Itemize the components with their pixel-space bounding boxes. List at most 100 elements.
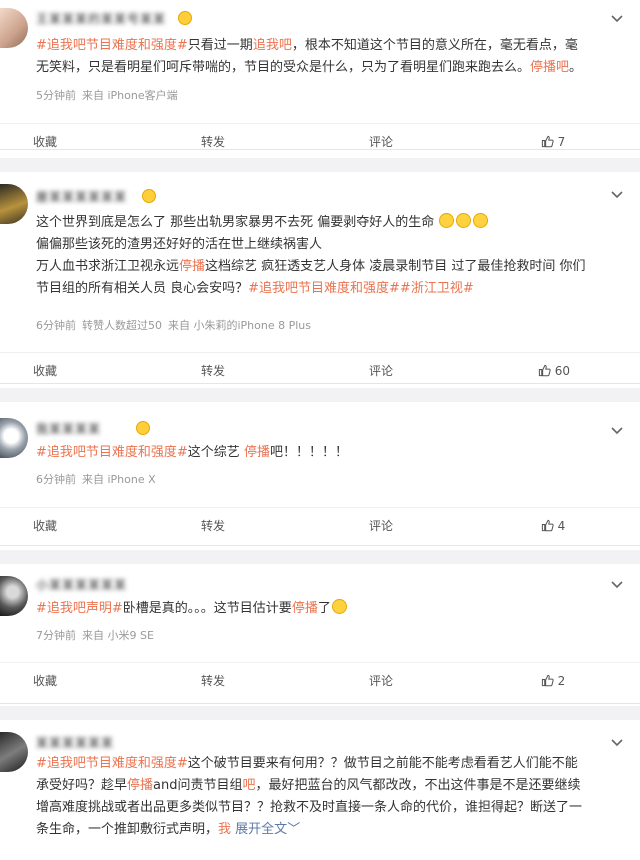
text-segment: 无笑料，只是看明星们呵斥带喘的，节目的受众是什么，只为了看明星们跑来跑去么。	[36, 60, 531, 75]
text-segment: ，根本不知道这个节目的意义所在，毫无看点，毫	[291, 38, 578, 53]
like-button[interactable]: 4	[528, 508, 578, 544]
repost-button[interactable]: 转发	[188, 124, 238, 160]
username[interactable]: 屋某某某某某某	[36, 188, 127, 205]
card-separator	[0, 158, 640, 172]
text-segment: 了	[317, 601, 331, 616]
member-badge-icon	[142, 189, 156, 203]
topic-tag[interactable]: #追我吧声明#	[36, 601, 123, 616]
topic-tag[interactable]: #追我吧节目难度和强度#	[36, 756, 188, 771]
text-segment: 吧！！！！！	[269, 445, 348, 460]
post-source: 来自 小米9 SE	[82, 629, 154, 642]
avatar[interactable]	[0, 184, 28, 224]
chevron-down-icon[interactable]	[610, 736, 624, 750]
comment-button[interactable]: 评论	[356, 124, 406, 160]
comment-button[interactable]: 评论	[356, 353, 406, 389]
like-button[interactable]: 2	[528, 663, 578, 699]
like-count: 4	[557, 519, 566, 533]
username[interactable]: 小某某某某某某	[36, 576, 127, 593]
collect-button[interactable]: 收藏	[20, 353, 70, 389]
repost-stat: 转赞人数超过50	[82, 319, 162, 332]
repost-button[interactable]: 转发	[188, 353, 238, 389]
chevron-down-icon[interactable]	[610, 12, 624, 26]
text-segment: 只看过一期	[187, 38, 253, 53]
chevron-down-icon[interactable]	[610, 578, 624, 592]
keyword-link[interactable]: 停播吧	[530, 60, 569, 75]
post-time: 6分钟前	[36, 473, 76, 486]
username[interactable]: 王某某某的某某号某某	[36, 10, 166, 27]
thumbs-up-icon	[541, 135, 554, 148]
text-line: 节目组的所有相关人员 良心会安吗？#追我吧节目难度和强度##浙江卫视#	[36, 278, 626, 300]
comment-button[interactable]: 评论	[356, 508, 406, 544]
text-line: 条生命，一个推卸敷衍式声明，我 展开全文﹀	[36, 819, 626, 841]
keyword-link[interactable]: 我	[218, 822, 231, 837]
text-line: #追我吧声明#卧槽是真的。。。这节目估计要停播了	[36, 598, 626, 620]
post-meta: 6分钟前 转赞人数超过50 来自 小朱莉的iPhone 8 Plus	[36, 317, 317, 333]
keyword-link[interactable]: 停播	[179, 259, 205, 274]
text-line: 无笑料，只是看明星们呵斥带喘的，节目的受众是什么，只为了看明星们跑来跑去么。停播…	[36, 57, 626, 79]
text-segment: 这个世界到底是怎么了 那些出轨男家暴男不去死 偏要剥夺好人的生命	[36, 215, 435, 230]
post-source: 来自 小朱莉的iPhone 8 Plus	[168, 319, 312, 332]
username[interactable]: 某某某某某某	[36, 734, 114, 751]
username[interactable]: 我某某某某	[36, 420, 101, 437]
keyword-link[interactable]: 停播	[244, 445, 270, 460]
keyword-link[interactable]: 追我吧	[253, 38, 292, 53]
smile-emoji-icon	[331, 599, 347, 614]
keyword-link[interactable]: 吧	[243, 778, 256, 793]
like-count: 7	[557, 135, 566, 149]
comment-button[interactable]: 评论	[356, 663, 406, 699]
post-time: 6分钟前	[36, 319, 76, 332]
like-button[interactable]: 60	[526, 353, 582, 389]
topic-tag[interactable]: #追我吧节目难度和强度#	[36, 38, 188, 53]
text-segment: 这个破节目要来有何用？？做节目之前能不能考虑看看艺人们能不能	[187, 756, 578, 771]
text-segment: 这档综艺 疯狂透支艺人身体 凌晨录制节目 过了最佳抢救时间 你们	[205, 259, 586, 274]
action-bar: 收藏 转发 评论 4	[0, 507, 640, 543]
avatar[interactable]	[0, 576, 28, 616]
collect-button[interactable]: 收藏	[20, 663, 70, 699]
text-line: #追我吧节目难度和强度#只看过一期追我吧，根本不知道这个节目的意义所在，毫无看点…	[36, 35, 626, 57]
text-line: 这个世界到底是怎么了 那些出轨男家暴男不去死 偏要剥夺好人的生命	[36, 212, 626, 234]
post-source: 来自 iPhone客户端	[82, 89, 178, 102]
topic-tag[interactable]: #追我吧节目难度和强度##浙江卫视#	[248, 281, 474, 296]
text-segment: 承受好吗？趁早	[36, 778, 128, 793]
text-segment: 条生命，一个推卸敷衍式声明，	[36, 822, 219, 837]
text-segment: 增高难度挑战或者出品更多类似节目？？抢救不及时直接一条人命的代价，谁担得起？断送…	[36, 800, 583, 815]
post-card: 屋某某某某某某 这个世界到底是怎么了 那些出轨男家暴男不去死 偏要剥夺好人的生命…	[0, 172, 640, 384]
crying-emoji-icon	[456, 213, 472, 228]
avatar[interactable]	[0, 8, 28, 48]
avatar[interactable]	[0, 418, 28, 458]
collect-button[interactable]: 收藏	[20, 508, 70, 544]
chevron-down-icon[interactable]	[610, 424, 624, 438]
repost-button[interactable]: 转发	[188, 663, 238, 699]
collect-button[interactable]: 收藏	[20, 124, 70, 160]
weibo-comment-feed: 王某某某的某某号某某 #追我吧节目难度和强度#只看过一期追我吧，根本不知道这个节…	[0, 0, 640, 860]
text-line: #追我吧节目难度和强度#这个综艺 停播吧！！！！！	[36, 442, 626, 464]
like-count: 60	[554, 364, 571, 378]
repost-button[interactable]: 转发	[188, 508, 238, 544]
thumbs-up-icon	[541, 674, 554, 687]
text-line: 增高难度挑战或者出品更多类似节目？？抢救不及时直接一条人命的代价，谁担得起？断送…	[36, 797, 626, 819]
post-meta: 5分钟前 来自 iPhone客户端	[36, 87, 184, 103]
post-text: 这个世界到底是怎么了 那些出轨男家暴男不去死 偏要剥夺好人的生命 偏偏那些该死的…	[36, 212, 626, 300]
topic-tag[interactable]: #追我吧节目难度和强度#	[36, 445, 188, 460]
card-separator	[0, 550, 640, 564]
text-line: #追我吧节目难度和强度#这个破节目要来有何用？？做节目之前能不能考虑看看艺人们能…	[36, 753, 626, 775]
card-separator	[0, 706, 640, 720]
keyword-link[interactable]: 停播	[127, 778, 153, 793]
text-segment: 卧槽是真的。。。这节目估计要	[122, 601, 292, 616]
post-source: 来自 iPhone X	[82, 473, 156, 486]
post-card: 王某某某的某某号某某 #追我吧节目难度和强度#只看过一期追我吧，根本不知道这个节…	[0, 0, 640, 150]
member-badge-icon	[136, 421, 150, 435]
crying-emoji-icon	[439, 213, 455, 228]
chevron-down-icon[interactable]: ﹀	[287, 822, 300, 837]
avatar[interactable]	[0, 732, 28, 772]
chevron-down-icon[interactable]	[610, 188, 624, 202]
like-button[interactable]: 7	[528, 124, 578, 160]
text-segment: 偏偏那些该死的渣男还好好的活在世上继续祸害人	[36, 237, 323, 252]
keyword-link[interactable]: 停播	[292, 601, 318, 616]
post-text: #追我吧节目难度和强度#这个破节目要来有何用？？做节目之前能不能考虑看看艺人们能…	[36, 753, 626, 841]
text-line: 承受好吗？趁早停播and问责节目组吧，最好把蓝台的风气都改改，不出这件事是不是还…	[36, 775, 626, 797]
member-badge-icon	[178, 11, 192, 25]
expand-full-text-link[interactable]: 展开全文	[235, 822, 287, 837]
post-meta: 7分钟前 来自 小米9 SE	[36, 627, 160, 643]
post-meta: 6分钟前 来自 iPhone X	[36, 471, 162, 487]
